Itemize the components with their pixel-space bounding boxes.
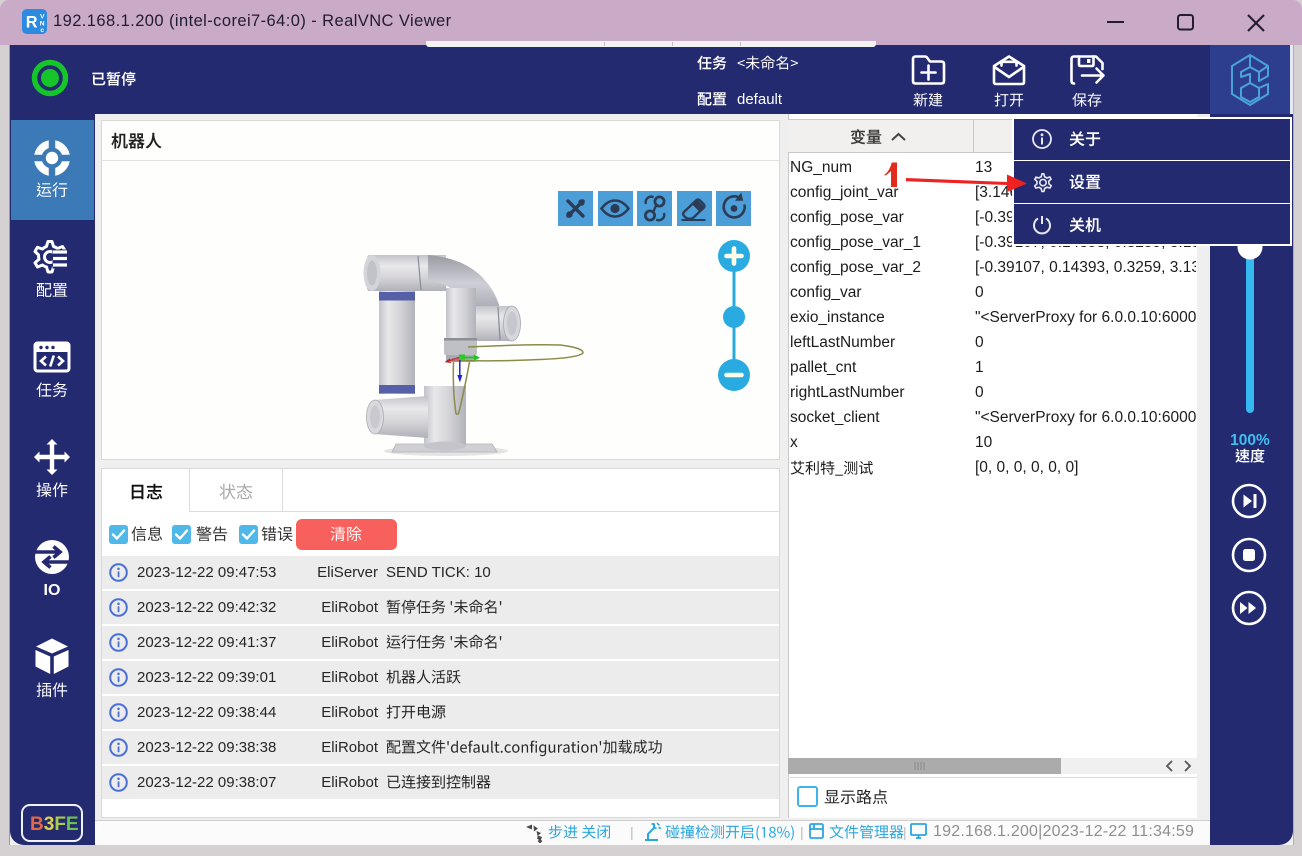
svg-text:B3FE: B3FE (30, 814, 79, 835)
svg-text:IO: IO (44, 582, 61, 599)
svg-text:100%: 100% (1230, 432, 1270, 449)
svg-text:R: R (26, 13, 38, 31)
svg-text:c: c (40, 27, 44, 34)
